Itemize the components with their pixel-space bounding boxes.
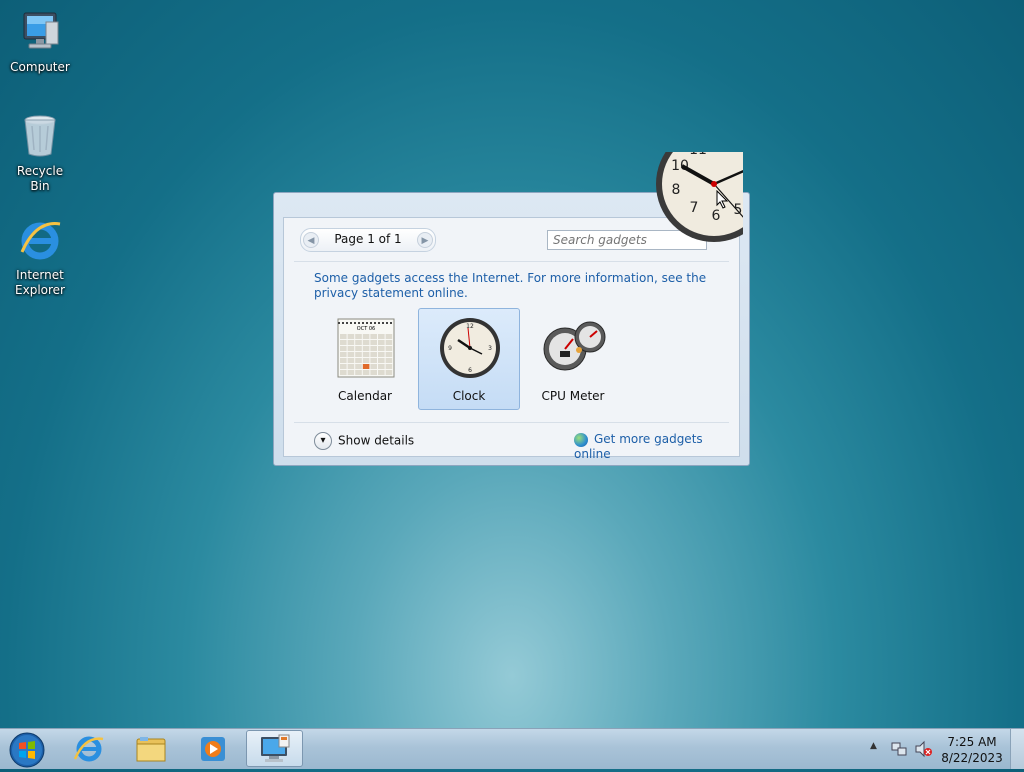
taskbar-gadgets[interactable] <box>246 730 303 767</box>
page-navigator: ◀ Page 1 of 1 ▶ <box>300 228 436 252</box>
show-desktop-button[interactable] <box>1010 729 1024 769</box>
show-hidden-icons-arrow[interactable]: ▲ <box>870 741 877 751</box>
taskbar-file-explorer[interactable] <box>122 730 179 767</box>
svg-text:3: 3 <box>488 345 492 352</box>
divider <box>294 422 729 423</box>
windows-logo-icon <box>9 732 45 768</box>
taskbar-internet-explorer[interactable] <box>60 730 117 767</box>
gadget-tile-calendar[interactable]: OCT 06 Calendar <box>314 308 416 410</box>
svg-text:7: 7 <box>690 200 699 216</box>
cpu-meter-icon <box>543 321 606 371</box>
svg-text:6: 6 <box>712 208 721 224</box>
desktop-icon-label: Internet Explorer <box>15 268 65 297</box>
gadget-tile-cpu-meter[interactable]: CPU Meter <box>522 308 624 410</box>
globe-icon <box>574 432 588 447</box>
show-details-label: Show details <box>338 433 415 448</box>
next-page-button[interactable]: ▶ <box>417 232 433 248</box>
desktop-icon-computer[interactable]: Computer <box>6 8 74 75</box>
internet-explorer-icon <box>73 736 104 762</box>
recycle-bin-icon <box>16 112 64 160</box>
internet-notice[interactable]: Some gadgets access the Internet. For mo… <box>314 271 714 301</box>
svg-text:10: 10 <box>671 158 689 174</box>
svg-text:9: 9 <box>448 345 452 352</box>
page-label: Page 1 of 1 <box>334 232 402 246</box>
get-more-label: Get more gadgets online <box>574 432 703 461</box>
taskbar: ▲ 7:25 AM 8/22/2023 <box>0 728 1024 769</box>
show-details-toggle[interactable]: ▾ Show details <box>314 432 414 450</box>
svg-text:OCT 06: OCT 06 <box>357 326 375 332</box>
gadget-name: Calendar <box>338 389 392 403</box>
gadget-tile-clock[interactable]: 12 3 6 9 Clock <box>418 308 520 410</box>
divider <box>294 261 729 262</box>
desktop-icon-label: Computer <box>10 60 70 74</box>
desktop-icon-label: Recycle Bin <box>16 164 64 193</box>
svg-text:12: 12 <box>466 323 474 330</box>
desktop-icon-recycle-bin[interactable]: Recycle Bin <box>6 112 74 194</box>
svg-text:11: 11 <box>689 152 707 158</box>
get-more-gadgets-link[interactable]: Get more gadgets online <box>574 432 739 461</box>
clock-icon: 12 3 6 9 <box>440 318 500 378</box>
start-button[interactable] <box>4 730 50 768</box>
internet-explorer-icon <box>16 216 64 264</box>
chevron-down-icon: ▾ <box>314 432 332 450</box>
date-text: 8/22/2023 <box>941 751 1003 765</box>
computer-icon <box>16 8 64 56</box>
gadget-name: Clock <box>452 389 486 403</box>
gadget-gallery-content: ◀ Page 1 of 1 ▶ Some gadgets access the … <box>283 217 740 461</box>
volume-muted-icon[interactable] <box>914 740 932 758</box>
svg-text:6: 6 <box>468 367 472 374</box>
desktop-icon-internet-explorer[interactable]: Internet Explorer <box>6 216 74 298</box>
previous-page-button[interactable]: ◀ <box>303 232 319 248</box>
taskbar-clock[interactable]: 7:25 AM 8/22/2023 <box>940 734 1004 766</box>
calendar-icon: OCT 06 <box>337 318 395 378</box>
gadget-name: CPU Meter <box>541 389 605 403</box>
svg-text:8: 8 <box>672 182 681 198</box>
media-player-icon <box>201 737 225 761</box>
file-explorer-icon <box>136 737 166 762</box>
network-icon[interactable] <box>890 740 908 758</box>
time-text: 7:25 AM <box>947 735 997 749</box>
mouse-cursor-icon <box>716 190 729 209</box>
gadgets-icon <box>261 734 290 762</box>
dragged-clock-gadget[interactable]: 11 10 8 7 6 5 <box>652 152 743 252</box>
taskbar-media-player[interactable] <box>184 730 241 767</box>
